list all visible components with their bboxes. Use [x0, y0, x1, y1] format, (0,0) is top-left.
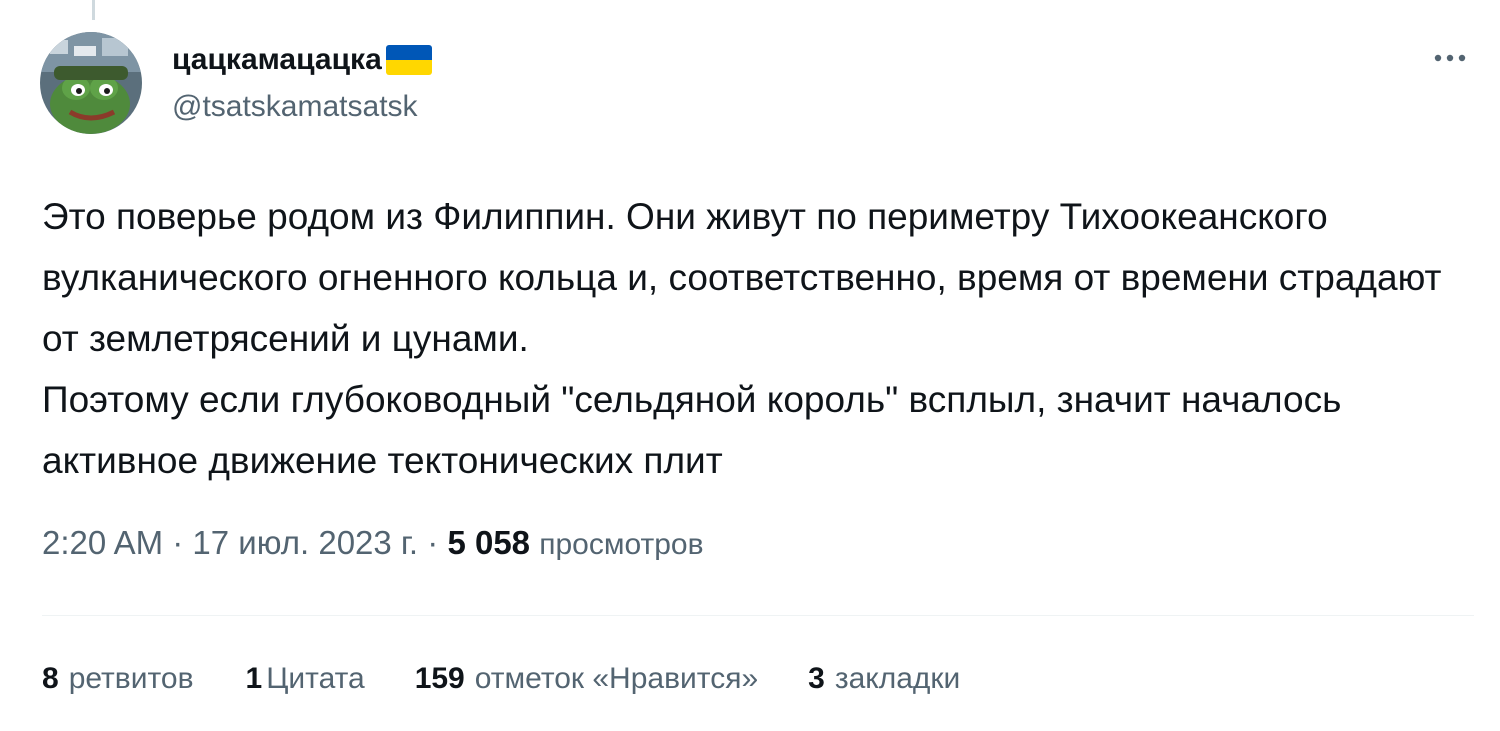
author-display-name[interactable]: цацкамацацка	[172, 38, 432, 82]
more-options-button[interactable]	[1426, 40, 1474, 76]
thread-connector-line	[92, 0, 95, 20]
retweets-stat[interactable]: 8 ретвитов	[42, 662, 194, 696]
more-dots-icon	[1434, 54, 1466, 62]
meta-separator: ·	[172, 524, 184, 561]
quotes-stat[interactable]: 1 Цитата	[246, 662, 365, 696]
tweet-meta: 2:20 AM · 17 июл. 2023 г. · 5 058 просмо…	[42, 524, 704, 562]
retweets-count: 8	[42, 662, 59, 695]
bookmarks-count: 3	[808, 662, 825, 695]
tweet-text: Это поверье родом из Филиппин. Они живут…	[42, 186, 1462, 491]
author-info: цацкамацацка @tsatskamatsatsk	[172, 38, 432, 130]
frog-avatar-icon	[40, 32, 142, 134]
likes-label: отметок «Нравится»	[474, 662, 759, 695]
display-name-text: цацкамацацка	[172, 43, 382, 76]
avatar[interactable]	[40, 32, 142, 134]
quotes-label: Цитата	[266, 662, 365, 695]
tweet-date[interactable]: 17 июл. 2023 г.	[192, 524, 418, 561]
engagement-stats: 8 ретвитов 1 Цитата 159 отметок «Нравится» …	[42, 662, 960, 696]
meta-separator: ·	[427, 524, 439, 561]
tweet-paragraph: Поэтому если глубоководный "сельдяной ко…	[42, 379, 1342, 481]
retweets-label: ретвитов	[68, 662, 194, 695]
likes-stat[interactable]: 159 отметок «Нравится»	[415, 662, 758, 696]
quotes-count: 1	[245, 662, 263, 695]
views-label: просмотров	[539, 528, 704, 561]
views-count: 5 058	[447, 524, 531, 561]
bookmarks-label: закладки	[834, 662, 961, 695]
tweet-time[interactable]: 2:20 AM	[42, 524, 163, 561]
author-handle[interactable]: @tsatskamatsatsk	[172, 90, 432, 130]
ukraine-flag-icon	[385, 45, 432, 75]
tweet-detail: цацкамацацка @tsatskamatsatsk Это поверь…	[0, 0, 1500, 731]
divider	[42, 615, 1474, 616]
likes-count: 159	[414, 662, 465, 695]
bookmarks-stat[interactable]: 3 закладки	[808, 662, 960, 696]
tweet-paragraph: Это поверье родом из Филиппин. Они живут…	[42, 196, 1442, 359]
